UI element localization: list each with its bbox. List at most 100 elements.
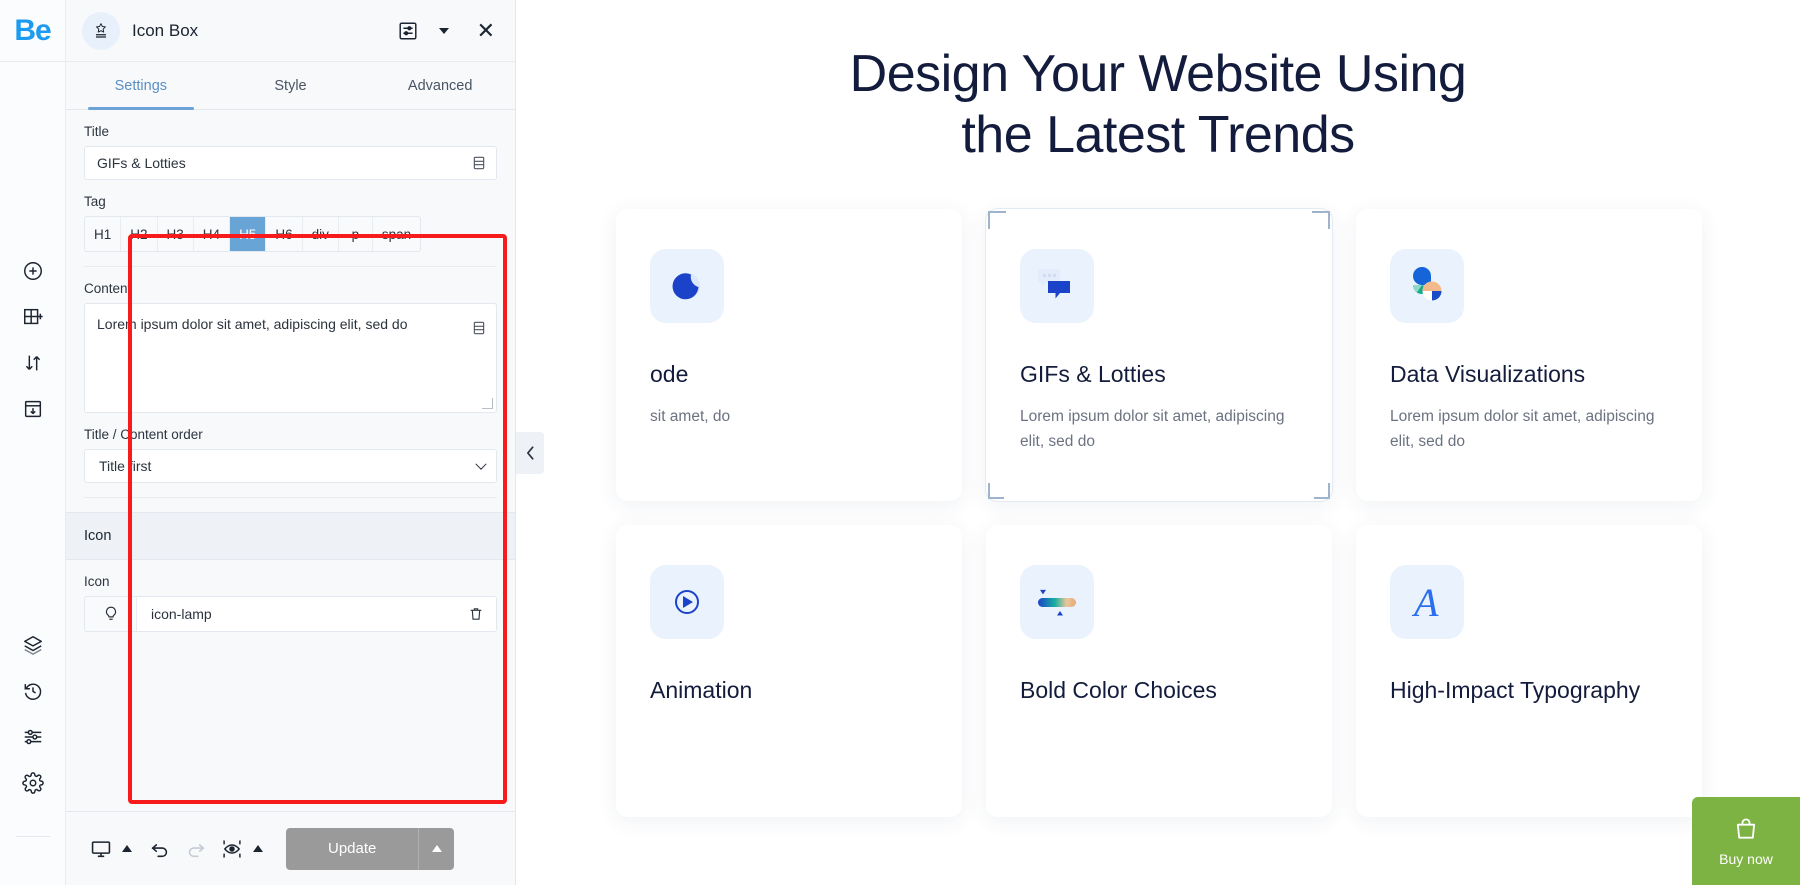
content-textarea[interactable]: Lorem ipsum dolor sit amet, adipiscing e… [84,303,497,413]
title-input[interactable]: GIFs & Lotties [84,146,497,180]
content-field: Content Lorem ipsum dolor sit amet, adip… [84,267,497,413]
trash-icon[interactable] [456,597,496,631]
tab-settings[interactable]: Settings [66,62,216,110]
gradient-slider-icon [1020,564,1094,639]
caret-up-icon [431,845,442,852]
sliders-icon[interactable] [10,714,56,760]
order-select-value: Title first [99,458,152,474]
lamp-icon[interactable] [85,597,137,631]
feature-card-text: Lorem ipsum dolor sit amet, adipiscing e… [1020,407,1285,450]
feature-cards-grid: ode sit amet, do GIFs & Lotties Lorem ip… [516,207,1800,817]
dark-mode-icon [650,248,724,323]
layers-icon[interactable] [10,622,56,668]
panel-body: Title GIFs & Lotties Tag H1 H2 H3 H4 H5 … [66,110,515,811]
page-title: Design Your Website Using the Latest Tre… [516,0,1800,167]
preview-eye-icon[interactable] [215,832,249,866]
tag-option-p[interactable]: p [338,217,373,251]
widget-title: Icon Box [132,20,199,40]
selection-corner-br [1314,482,1330,499]
textarea-resize-handle[interactable] [482,398,493,409]
tag-button-group: H1 H2 H3 H4 H5 H6 div p span [84,216,422,252]
pie-chart-icon [1390,248,1464,323]
app-window: Be Icon Box ✕ Settings Style Advanced Ti… [0,0,1800,885]
tag-option-h4[interactable]: H4 [193,217,231,251]
rail-icon-group-top [0,248,65,432]
rail-icon-group-bottom [0,622,65,806]
feature-card-title: Data Visualizations [1390,360,1586,387]
add-section-icon[interactable] [10,294,56,340]
tag-field: Tag H1 H2 H3 H4 H5 H6 div p span [84,180,497,252]
chevron-down-icon[interactable] [438,27,449,34]
feature-card-data-visualizations[interactable]: Data Visualizations Lorem ipsum dolor si… [1356,208,1702,501]
chat-bubble-icon [1020,248,1094,323]
order-select[interactable]: Title first [84,449,497,483]
content-textarea-value: Lorem ipsum dolor sit amet, adipiscing e… [97,316,408,332]
add-block-icon[interactable] [10,386,56,432]
feature-card-text: Lorem ipsum dolor sit amet, adipiscing e… [1390,407,1655,450]
update-button-group: Update [286,827,455,870]
order-field: Title / Content order Title first [84,413,497,483]
letter-a-icon: A [1390,564,1464,639]
tag-option-span[interactable]: span [372,217,421,251]
redo-icon[interactable] [179,832,213,866]
feature-card-title: Animation [650,676,753,703]
icon-box-icon [82,11,120,50]
gear-icon[interactable] [10,760,56,806]
widget-settings-panel: Icon Box ✕ Settings Style Advanced Title… [66,0,516,885]
hero-line-2: the Latest Trends [961,106,1355,165]
add-element-icon[interactable] [10,248,56,294]
tag-option-h2[interactable]: H2 [121,217,158,251]
animation-icon [650,564,724,639]
buy-now-label: Buy now [1719,850,1773,867]
icon-group-header: Icon [66,512,515,560]
caret-up-icon[interactable] [253,845,263,852]
feature-card-title: High-Impact Typography [1390,676,1641,703]
undo-icon[interactable] [143,832,177,866]
selection-corner-bl [988,482,1004,499]
content-label: Content [84,281,132,296]
desktop-icon[interactable] [84,832,118,866]
collapse-panel-button[interactable] [516,432,544,474]
panel-header: Icon Box ✕ [66,0,515,62]
feature-card-gifs-lotties[interactable]: GIFs & Lotties Lorem ipsum dolor sit ame… [985,207,1333,502]
tab-style[interactable]: Style [216,62,366,109]
update-options-button[interactable] [418,827,454,870]
feature-card-title: Bold Color Choices [1020,676,1217,703]
caret-up-icon[interactable] [122,845,132,852]
shopping-bag-icon [1733,816,1759,845]
buy-now-button[interactable]: Buy now [1692,797,1800,885]
icon-picker: icon-lamp [84,596,497,632]
icon-section: Icon icon-lamp [66,560,515,632]
tag-option-h1[interactable]: H1 [85,217,122,251]
feature-card-text: sit amet, do [650,407,731,425]
icon-field: Icon icon-lamp [84,560,497,632]
tag-option-div[interactable]: div [302,217,339,251]
update-button[interactable]: Update [286,828,418,870]
dynamic-data-icon[interactable] [471,155,487,171]
icon-name-value[interactable]: icon-lamp [137,597,456,631]
chevron-down-icon [475,458,487,470]
page-canvas: Design Your Website Using the Latest Tre… [516,0,1800,885]
tag-option-h6[interactable]: H6 [266,217,303,251]
left-rail: Be [0,0,66,885]
feature-card-bold-color-choices[interactable]: Bold Color Choices [986,524,1332,817]
brand-logo[interactable]: Be [0,0,65,62]
title-input-value: GIFs & Lotties [97,155,186,171]
feature-card-high-impact-typography[interactable]: A High-Impact Typography [1356,524,1702,817]
tag-option-h3[interactable]: H3 [157,217,194,251]
tag-option-h5[interactable]: H5 [230,217,267,251]
hero-line-1: Design Your Website Using [849,45,1467,103]
close-icon[interactable]: ✕ [477,19,495,42]
feature-card-title: ode [650,360,689,387]
panel-layout-icon[interactable] [397,20,419,42]
feature-card-dark-mode[interactable]: ode sit amet, do [616,208,962,501]
panel-footer-toolbar: Update [66,811,515,885]
svg-text:A: A [1411,580,1439,625]
dynamic-data-icon[interactable] [471,320,487,336]
order-label: Title / Content order [84,427,203,442]
feature-card-animation[interactable]: Animation [616,524,962,817]
reorder-icon[interactable] [10,340,56,386]
tab-advanced[interactable]: Advanced [365,62,515,109]
history-icon[interactable] [10,668,56,714]
tag-label: Tag [84,194,106,209]
